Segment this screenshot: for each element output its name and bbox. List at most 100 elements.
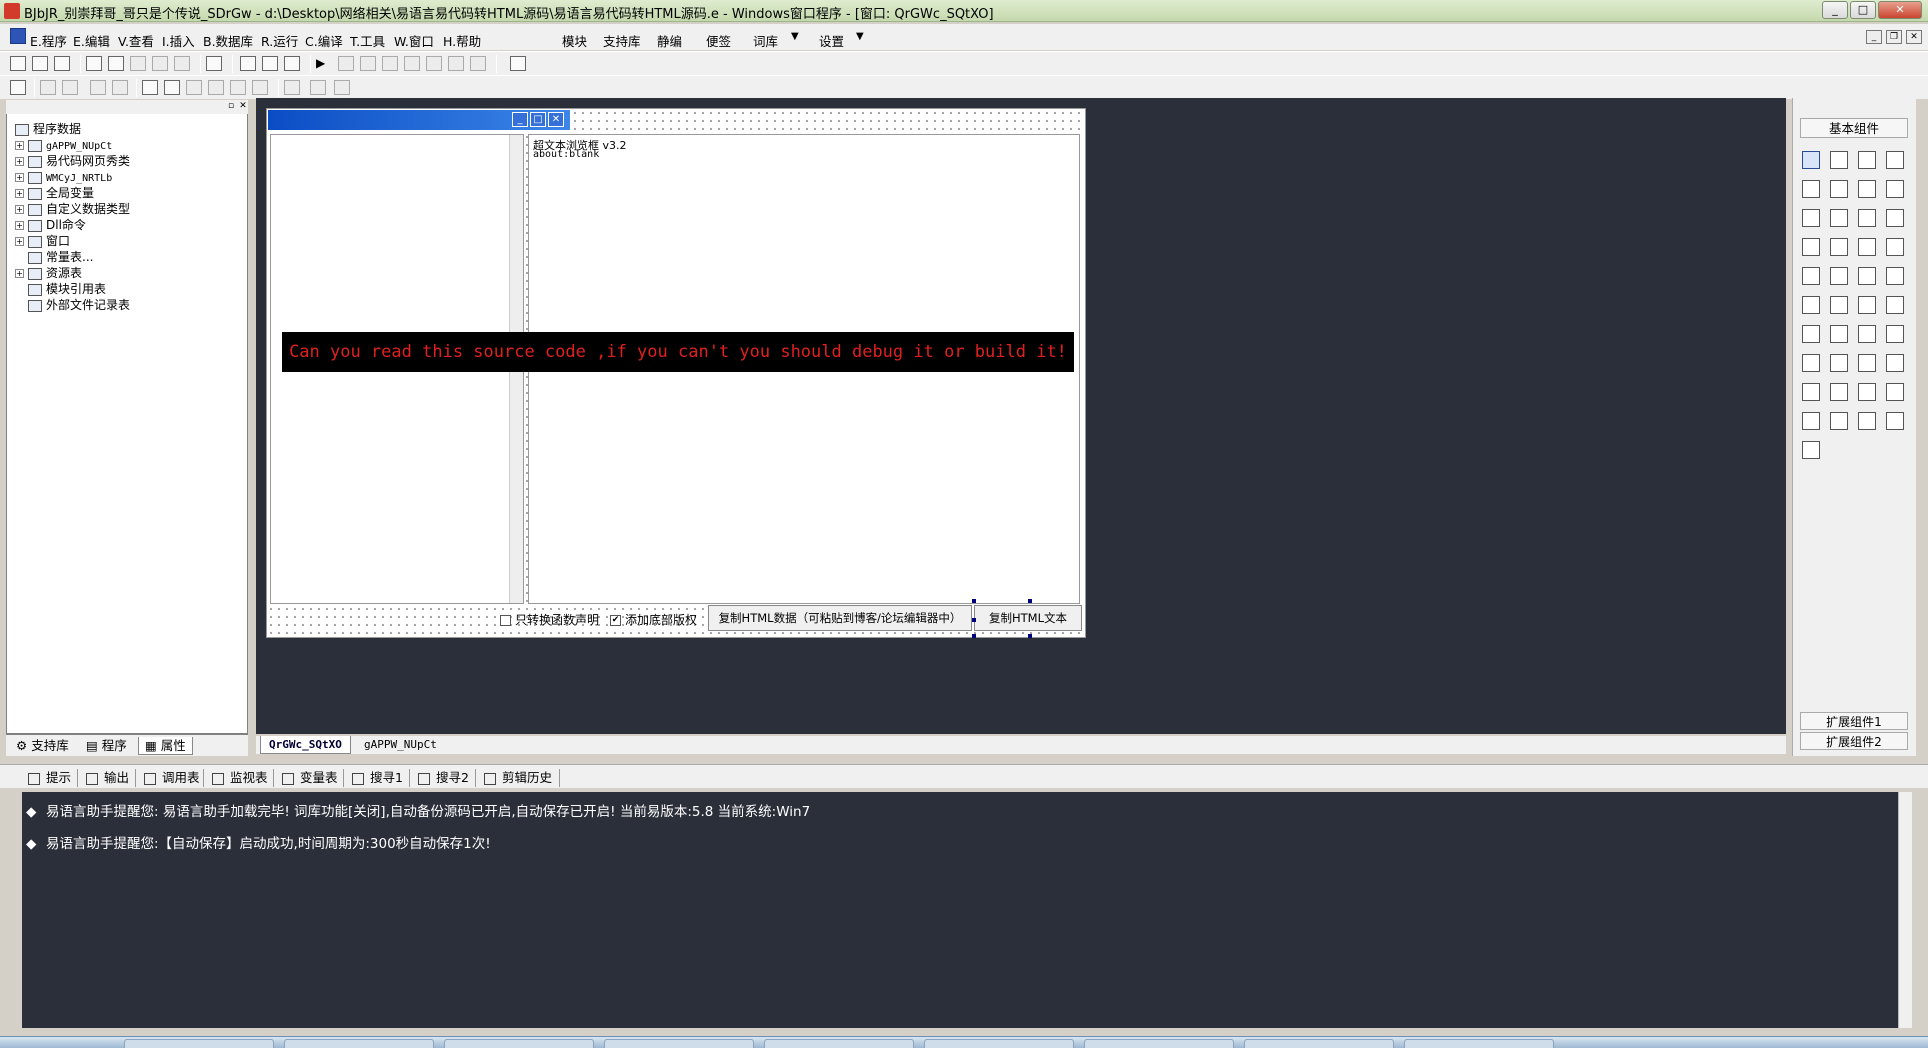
picture-box-icon[interactable] [1858,151,1876,169]
center-v-icon[interactable] [164,80,180,95]
menu-edit[interactable]: E.编辑 [73,31,110,50]
panel-close-icon[interactable]: ✕ [238,101,248,111]
tree-item-external-files[interactable]: 外部文件记录表 [15,297,130,313]
network-icon[interactable] [1886,354,1904,372]
tab-properties[interactable]: ▦ 属性 [138,737,193,755]
tab-variables[interactable]: 变量表 [278,769,344,787]
drawing-board-icon[interactable] [1802,180,1820,198]
edit-box-icon[interactable] [1886,180,1904,198]
pin-icon[interactable]: ▫ [226,101,236,111]
size-width-icon[interactable] [284,80,300,95]
space-2-icon[interactable] [208,80,224,95]
taskbar-button[interactable] [444,1039,594,1048]
space-1-icon[interactable] [186,80,202,95]
menu-run[interactable]: R.运行 [261,31,298,50]
tab-program[interactable]: ▤ 程序 [80,737,133,755]
menu-settings[interactable]: 设置 [819,31,844,50]
grid-icon[interactable] [10,80,26,95]
taskbar-button[interactable] [764,1039,914,1048]
server-icon[interactable] [1802,383,1820,401]
calendar-icon[interactable] [1886,267,1904,285]
layout-2-icon[interactable] [262,56,278,71]
menu-module[interactable]: 模块 [562,31,587,50]
tree-item-html-class[interactable]: + 易代码网页秀类 [15,153,130,169]
table-icon[interactable] [1886,383,1904,401]
extended-components-1-tab[interactable]: 扩展组件1 [1800,712,1908,730]
tab-call-stack[interactable]: 调用表 [140,769,204,787]
tree-item-global-vars[interactable]: + 全局变量 [15,185,94,201]
selection-handle[interactable] [1028,599,1032,603]
copy-icon[interactable] [108,56,124,71]
helper-icon[interactable] [510,56,526,71]
step-5-icon[interactable] [448,56,464,71]
expand-icon[interactable]: + [15,173,24,182]
center-h-icon[interactable] [142,80,158,95]
add-copyright-checkbox[interactable]: ✔ 添加底部版权 [610,611,697,628]
output-console[interactable]: ◆ 易语言助手提醒您: 易语言助手加载完毕! 词库功能[关闭],自动备份源码已开启… [22,792,1898,1028]
taskbar-button[interactable] [1244,1039,1394,1048]
undo-icon[interactable] [174,56,190,71]
hyperlink-icon[interactable] [1830,325,1848,343]
maximize-button[interactable]: □ [1850,1,1876,19]
align-bottom-icon[interactable] [112,80,128,95]
menu-word-lib[interactable]: 词库 [753,31,778,50]
menu-window[interactable]: W.窗口 [394,31,434,50]
group-box-icon[interactable] [1830,180,1848,198]
redo-icon[interactable] [152,56,168,71]
expand-icon[interactable]: + [15,269,24,278]
expand-icon[interactable]: + [15,141,24,150]
month-calendar-icon[interactable] [1802,296,1820,314]
form-title-bar[interactable]: _ □ ✕ [268,110,570,130]
expand-icon[interactable]: + [15,205,24,214]
list-box-icon[interactable] [1886,209,1904,227]
size-height-icon[interactable] [310,80,326,95]
menu-view[interactable]: V.查看 [118,31,154,50]
copy-html-data-button[interactable]: 复制HTML数据（可粘贴到博客/论坛编辑器中） [708,605,972,631]
text-label-icon[interactable] [1858,180,1876,198]
close-button[interactable]: ✕ [1878,1,1922,19]
selection-handle[interactable] [972,599,976,603]
tree-item-windows[interactable]: + 窗口 [15,233,70,249]
cut-icon[interactable] [86,56,102,71]
tab-hints[interactable]: 提示 [24,769,78,787]
chart-icon[interactable] [1858,412,1876,430]
anim-icon[interactable] [1858,267,1876,285]
basic-components-title[interactable]: 基本组件 [1800,118,1908,138]
selection-handle[interactable] [1028,634,1032,638]
size-both-icon[interactable] [334,80,350,95]
tab-control-icon[interactable] [1830,267,1848,285]
tab-support-lib[interactable]: ⚙ 支持库 [10,737,75,755]
checkbox-component-icon[interactable] [1802,209,1820,227]
odbc-provider-icon[interactable] [1802,441,1820,459]
timer-icon[interactable] [1802,354,1820,372]
radio-component-icon[interactable] [1830,209,1848,227]
taskbar-button[interactable] [604,1039,754,1048]
tab-search1[interactable]: 搜寻1 [348,769,410,787]
pointer-icon[interactable] [1802,151,1820,169]
database-icon[interactable] [1830,412,1848,430]
menu-support-lib[interactable]: 支持库 [603,31,641,50]
adjuster-icon[interactable] [1858,325,1876,343]
align-right-icon[interactable] [62,80,78,95]
menu-help[interactable]: H.帮助 [443,31,481,50]
taskbar-button[interactable] [284,1039,434,1048]
hscroll-icon[interactable] [1830,238,1848,256]
tree-item-gappw[interactable]: + gAPPW_NUpCt [15,137,112,153]
copy-html-text-button[interactable]: 复制HTML文本 [974,605,1082,631]
tree-item-custom-types[interactable]: + 自定义数据类型 [15,201,130,217]
tab-output[interactable]: 输出 [82,769,136,787]
open-file-icon[interactable] [32,56,48,71]
tree-item-constants[interactable]: 常量表... [15,249,93,265]
tab-assembly-gappw[interactable]: gAPPW_NUpCt [356,736,445,754]
menu-settings-dropdown-icon[interactable]: ▼ [856,31,864,42]
save-icon[interactable] [54,56,70,71]
select-list-icon[interactable] [1802,238,1820,256]
mdi-minimize-button[interactable]: _ [1866,30,1882,44]
space-3-icon[interactable] [230,80,246,95]
progress-icon[interactable] [1886,238,1904,256]
menu-insert[interactable]: I.插入 [162,31,195,50]
taskbar-button[interactable] [1084,1039,1234,1048]
data-report-icon[interactable] [1858,354,1876,372]
client-icon[interactable] [1830,383,1848,401]
only-convert-declarations-checkbox[interactable]: 只转换函数声明 [500,611,599,628]
